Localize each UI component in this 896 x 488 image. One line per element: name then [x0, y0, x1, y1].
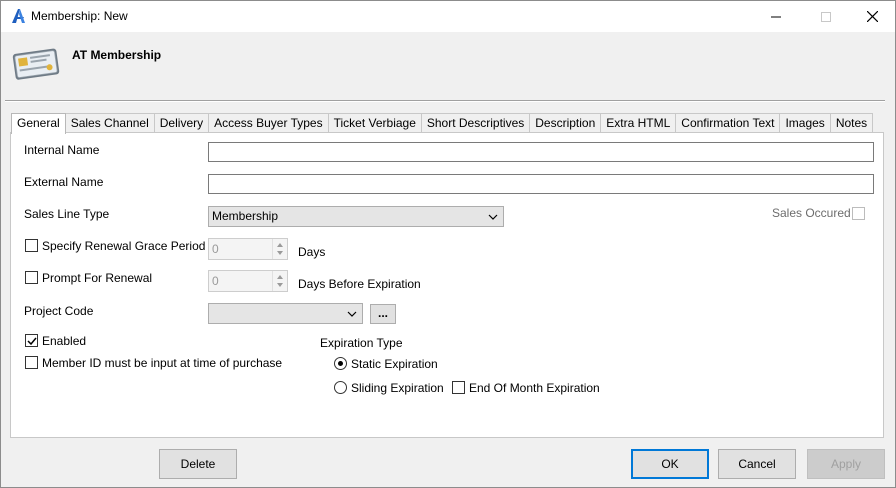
radio-selected-dot: [338, 361, 343, 366]
checkmark-icon: [27, 337, 37, 346]
app-logo-icon: [12, 9, 25, 23]
member-id-label: Member ID must be input at time of purch…: [42, 356, 283, 370]
renewal-grace-value: 0: [212, 242, 219, 256]
member-id-checkbox[interactable]: [25, 356, 38, 369]
sales-line-type-label: Sales Line Type: [24, 207, 110, 221]
apply-button[interactable]: Apply: [807, 449, 885, 479]
membership-card-icon: [12, 48, 60, 80]
expiration-type-label: Expiration Type: [320, 336, 403, 350]
external-name-input[interactable]: [208, 174, 874, 194]
project-code-browse-button[interactable]: ...: [370, 304, 396, 324]
ok-button[interactable]: OK: [631, 449, 709, 479]
sales-occured-checkbox[interactable]: [852, 207, 865, 220]
header-title: AT Membership: [72, 48, 162, 62]
minimize-button[interactable]: [753, 1, 799, 32]
enabled-label: Enabled: [42, 334, 87, 348]
header-divider: [5, 100, 885, 102]
sliding-expiration-label: Sliding Expiration: [351, 381, 444, 395]
tab-description[interactable]: Description: [529, 113, 602, 133]
static-expiration-radio[interactable]: [334, 357, 347, 370]
sales-occured-label: Sales Occured: [772, 206, 851, 220]
renewal-grace-stepper[interactable]: 0: [208, 238, 288, 260]
end-of-month-checkbox[interactable]: [452, 381, 465, 394]
tab-strip: General Sales Channel Delivery Access Bu…: [11, 113, 874, 134]
tab-sales-channel[interactable]: Sales Channel: [64, 113, 155, 133]
end-of-month-label: End Of Month Expiration: [469, 381, 600, 395]
project-code-label: Project Code: [24, 304, 94, 318]
static-expiration-label: Static Expiration: [351, 357, 438, 371]
maximize-button[interactable]: [803, 1, 849, 32]
prompt-renewal-stepper[interactable]: 0: [208, 270, 288, 292]
tab-ticket-verbiage[interactable]: Ticket Verbiage: [327, 113, 422, 133]
prompt-renewal-checkbox[interactable]: [25, 271, 38, 284]
chevron-down-icon: [487, 207, 499, 226]
external-name-label: External Name: [24, 175, 104, 189]
prompt-renewal-label: Prompt For Renewal: [42, 271, 153, 285]
chevron-up-icon: [277, 275, 283, 279]
tab-images[interactable]: Images: [779, 113, 831, 133]
sliding-expiration-radio[interactable]: [334, 381, 347, 394]
tab-notes[interactable]: Notes: [829, 113, 874, 133]
stepper-buttons[interactable]: [272, 239, 287, 259]
sales-line-type-select[interactable]: Membership: [208, 206, 504, 227]
project-code-select[interactable]: [208, 303, 363, 324]
window-title: Membership: New: [31, 9, 128, 23]
title-bar[interactable]: Membership: New: [1, 1, 895, 32]
tab-access-buyer-types[interactable]: Access Buyer Types: [208, 113, 329, 133]
cancel-button[interactable]: Cancel: [718, 449, 796, 479]
renewal-grace-checkbox[interactable]: [25, 239, 38, 252]
prompt-renewal-value: 0: [212, 274, 219, 288]
enabled-checkbox[interactable]: [25, 334, 38, 347]
tab-extra-html[interactable]: Extra HTML: [600, 113, 677, 133]
renewal-grace-unit: Days: [298, 245, 326, 259]
close-button[interactable]: [849, 1, 895, 32]
tab-confirmation-text[interactable]: Confirmation Text: [675, 113, 781, 133]
tab-delivery[interactable]: Delivery: [153, 113, 210, 133]
maximize-icon: [821, 11, 831, 22]
chevron-down-icon: [277, 251, 283, 255]
membership-dialog: Membership: New AT Membership General Sa…: [0, 0, 896, 488]
internal-name-label: Internal Name: [24, 143, 100, 157]
tab-general[interactable]: General: [11, 113, 66, 134]
chevron-down-icon: [346, 304, 358, 323]
close-icon: [866, 11, 878, 22]
tab-short-descriptives[interactable]: Short Descriptives: [420, 113, 531, 133]
stepper-buttons[interactable]: [272, 271, 287, 291]
renewal-grace-label: Specify Renewal Grace Period: [42, 239, 206, 253]
minimize-icon: [771, 16, 781, 17]
prompt-renewal-unit: Days Before Expiration: [298, 277, 421, 291]
delete-button[interactable]: Delete: [159, 449, 237, 479]
chevron-down-icon: [277, 283, 283, 287]
chevron-up-icon: [277, 243, 283, 247]
sales-line-type-value: Membership: [212, 209, 279, 223]
internal-name-input[interactable]: [208, 142, 874, 162]
